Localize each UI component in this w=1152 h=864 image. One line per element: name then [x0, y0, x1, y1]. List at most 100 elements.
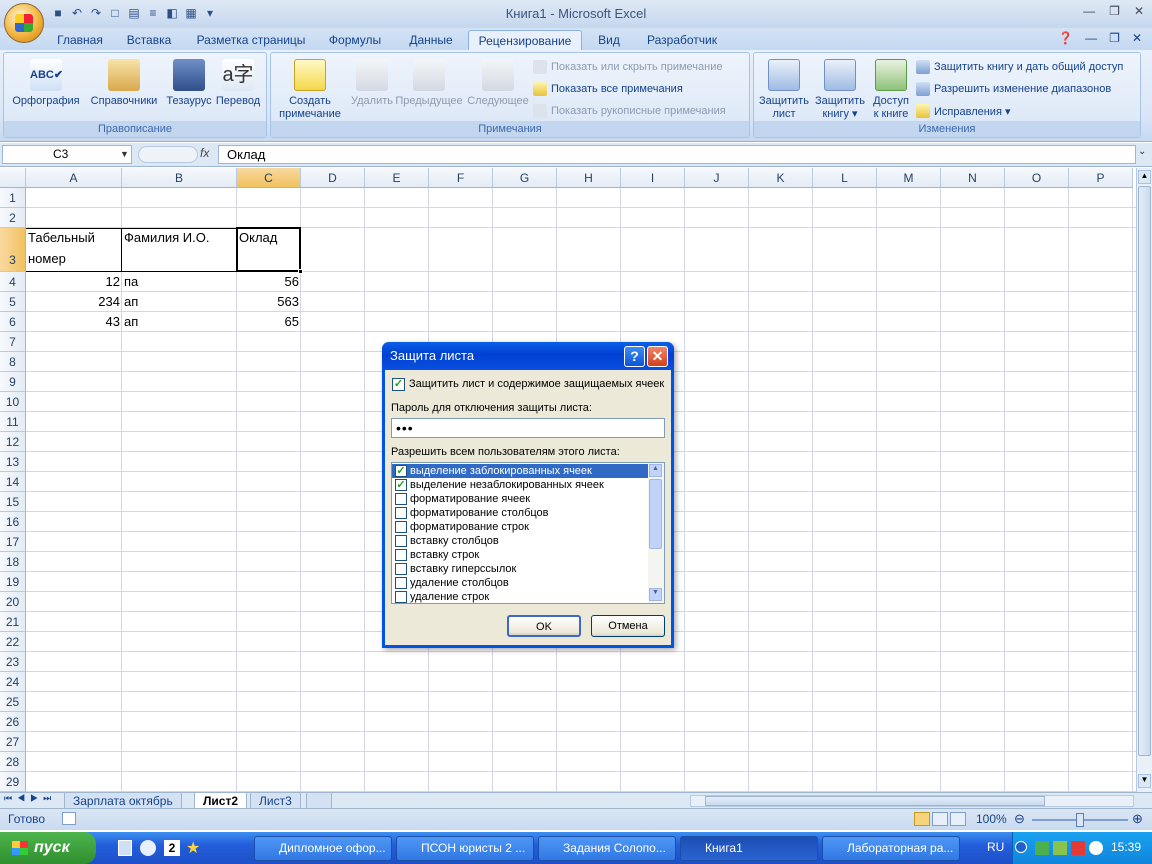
column-header-a[interactable]: A — [26, 168, 122, 188]
protect-and-share-button[interactable]: Защитить книгу и дать общий доступ — [916, 58, 1123, 76]
insert-sheet-icon[interactable] — [306, 793, 332, 809]
column-header-j[interactable]: J — [685, 168, 749, 188]
tray-expand-icon[interactable] — [1015, 841, 1027, 853]
wb-minimize-icon[interactable]: — — [1085, 31, 1097, 45]
zoom-out-icon[interactable]: ⊖ — [1014, 811, 1025, 827]
sheet-tab-zarplata[interactable]: Зарплата октябрь — [64, 793, 182, 809]
column-header-i[interactable]: I — [621, 168, 685, 188]
permission-item[interactable]: форматирование столбцов — [392, 506, 648, 520]
tab-data[interactable]: Данные — [402, 30, 460, 50]
tray-antivirus-icon[interactable] — [1071, 841, 1085, 855]
ok-button[interactable]: OK — [507, 615, 581, 637]
cell-a6[interactable]: 43 — [28, 314, 120, 329]
row-header-23[interactable]: 23 — [0, 652, 26, 672]
page-layout-view-icon[interactable] — [932, 812, 948, 826]
column-header-h[interactable]: H — [557, 168, 621, 188]
sheet-tab-list2[interactable]: Лист2 — [194, 793, 248, 809]
row-header-5[interactable]: 5 — [0, 292, 26, 312]
list-scroll-up-icon[interactable]: ▲ — [649, 464, 662, 477]
permission-checkbox[interactable] — [395, 549, 407, 561]
list-scroll-thumb[interactable] — [649, 479, 662, 549]
permission-checkbox[interactable] — [395, 577, 407, 589]
allow-edit-ranges-button[interactable]: Разрешить изменение диапазонов — [916, 80, 1111, 98]
password-input[interactable]: ••• — [391, 418, 665, 438]
cell-a5[interactable]: 234 — [28, 294, 120, 309]
previous-comment-button[interactable]: Предыдущее — [395, 57, 463, 108]
help-icon[interactable]: ❓ — [1058, 31, 1073, 45]
insert-function-icon[interactable]: fx — [200, 146, 209, 160]
permission-item[interactable]: вставку столбцов — [392, 534, 648, 548]
row-header-29[interactable]: 29 — [0, 772, 26, 792]
select-all-corner[interactable] — [0, 168, 26, 188]
protect-workbook-button[interactable]: Защитить книгу ▾ — [812, 57, 868, 121]
translate-button[interactable]: a字 Перевод — [212, 57, 264, 108]
horizontal-scroll-thumb[interactable] — [705, 796, 1045, 806]
zoom-level[interactable]: 100% — [976, 812, 1007, 826]
row-header-24[interactable]: 24 — [0, 672, 26, 692]
cell-a3b[interactable]: номер — [28, 251, 120, 266]
permission-checkbox[interactable] — [395, 563, 407, 575]
permission-item[interactable]: форматирование строк — [392, 520, 648, 534]
cell-b3[interactable]: Фамилия И.О. — [124, 230, 235, 245]
row-header-20[interactable]: 20 — [0, 592, 26, 612]
permission-checkbox[interactable]: ✓ — [395, 465, 407, 477]
row-header-17[interactable]: 17 — [0, 532, 26, 552]
row-header-18[interactable]: 18 — [0, 552, 26, 572]
name-box-dropdown-icon[interactable]: ▼ — [120, 145, 129, 164]
tab-formulas[interactable]: Формулы — [322, 30, 388, 50]
row-header-7[interactable]: 7 — [0, 332, 26, 352]
permission-checkbox[interactable] — [395, 507, 407, 519]
share-workbook-button[interactable]: Доступ к книге — [868, 57, 914, 121]
row-header-28[interactable]: 28 — [0, 752, 26, 772]
wb-close-icon[interactable]: ✕ — [1132, 31, 1142, 45]
page-break-view-icon[interactable] — [950, 812, 966, 826]
sheet-tab-list3[interactable]: Лист3 — [250, 793, 301, 809]
permission-item[interactable]: вставку гиперссылок — [392, 562, 648, 576]
column-header-l[interactable]: L — [813, 168, 877, 188]
taskbar-btn-diplomnoe[interactable]: Дипломное офор... — [254, 836, 392, 861]
row-header-2[interactable]: 2 — [0, 208, 26, 228]
row-header-10[interactable]: 10 — [0, 392, 26, 412]
row-header-21[interactable]: 21 — [0, 612, 26, 632]
dialog-close-icon[interactable]: ✕ — [647, 346, 668, 367]
row-header-14[interactable]: 14 — [0, 472, 26, 492]
close-icon[interactable]: ✕ — [1134, 4, 1144, 18]
row-header-27[interactable]: 27 — [0, 732, 26, 752]
language-indicator[interactable]: RU — [987, 840, 1004, 854]
permission-checkbox[interactable] — [395, 535, 407, 547]
tab-insert[interactable]: Вставка — [120, 30, 178, 50]
cell-c5[interactable]: 563 — [239, 294, 299, 309]
row-header-22[interactable]: 22 — [0, 632, 26, 652]
tray-misc-icon[interactable] — [1089, 841, 1103, 855]
row-header-8[interactable]: 8 — [0, 352, 26, 372]
row-header-26[interactable]: 26 — [0, 712, 26, 732]
spelling-button[interactable]: ABC✔ Орфография — [8, 57, 84, 108]
permission-item[interactable]: ✓ выделение незаблокированных ячеек — [392, 478, 648, 492]
row-header-4[interactable]: 4 — [0, 272, 26, 292]
next-comment-button[interactable]: Следующее — [465, 57, 531, 108]
cell-a4[interactable]: 12 — [28, 274, 120, 289]
show-ink-button[interactable]: Показать рукописные примечания — [533, 102, 726, 120]
formula-bar-resize-handle[interactable] — [138, 146, 198, 163]
row-header-3[interactable]: 3 — [0, 228, 26, 272]
permissions-list[interactable]: ✓ выделение заблокированных ячеек ✓ выделен… — [391, 462, 665, 604]
cell-c3[interactable]: Оклад — [239, 230, 299, 245]
thesaurus-button[interactable]: Тезаурус — [164, 57, 214, 108]
minimize-icon[interactable]: — — [1083, 4, 1095, 18]
scroll-down-icon[interactable]: ▼ — [1138, 774, 1151, 788]
list-scroll-down-icon[interactable]: ▼ — [649, 588, 662, 601]
horizontal-scrollbar[interactable] — [690, 795, 1134, 807]
zoom-in-icon[interactable]: ⊕ — [1132, 811, 1143, 827]
row-header-25[interactable]: 25 — [0, 692, 26, 712]
restore-icon[interactable]: ❐ — [1109, 4, 1120, 18]
name-box[interactable]: C3 — [2, 145, 132, 164]
quicklaunch-star-icon[interactable]: ★ — [186, 838, 200, 858]
row-header-11[interactable]: 11 — [0, 412, 26, 432]
taskbar-btn-pson[interactable]: ПСОН юристы 2 ... — [396, 836, 534, 861]
research-button[interactable]: Справочники — [86, 57, 162, 108]
normal-view-icon[interactable] — [914, 812, 930, 826]
column-header-n[interactable]: N — [941, 168, 1005, 188]
show-all-comments-button[interactable]: Показать все примечания — [533, 80, 683, 98]
quicklaunch-doc-icon[interactable] — [118, 840, 132, 856]
protect-sheet-checkbox[interactable]: ✓ — [392, 378, 405, 391]
